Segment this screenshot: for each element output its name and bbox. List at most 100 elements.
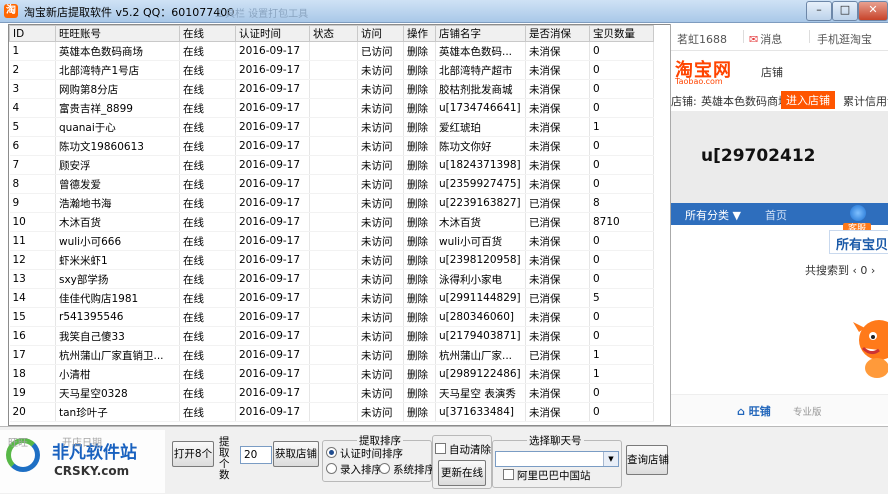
store-grid[interactable]: ID 旺旺账号 在线 认证时间 状态 访问 操作 店铺名字 是否消保 宝贝数量 1 英雄本色数码商场… — [8, 24, 671, 426]
delete-action[interactable]: 删除 — [403, 364, 436, 384]
delete-action[interactable]: 删除 — [403, 288, 436, 308]
delete-action[interactable]: 删除 — [403, 383, 436, 403]
table-row[interactable]: 6 陈功文19860613 在线 2016-09-17 未访问 删除 陈功文你好 未消保 0 — [9, 136, 654, 156]
delete-action[interactable]: 删除 — [403, 98, 436, 118]
column-header[interactable]: 是否消保 — [525, 25, 590, 42]
table-cell: 0 — [589, 402, 654, 422]
close-button[interactable]: ✕ — [858, 1, 888, 21]
delete-action[interactable]: 删除 — [403, 41, 436, 61]
column-header[interactable]: ID — [9, 25, 56, 42]
column-header[interactable]: 在线 — [179, 25, 236, 42]
user-link[interactable]: 茗虹1688 — [677, 31, 727, 47]
fetch-stores-button[interactable]: 获取店铺 — [273, 441, 319, 467]
alibaba-checkbox[interactable]: 阿里巴巴中国站 — [503, 468, 591, 483]
table-row[interactable]: 14 佳佳代购店1981 在线 2016-09-17 未访问 删除 u[2991144829… — [9, 288, 654, 308]
table-cell: 未访问 — [357, 174, 404, 194]
column-header[interactable]: 操作 — [403, 25, 436, 42]
table-row[interactable]: 20 tan珍叶子 在线 2016-09-17 未访问 删除 u[371633484] 未消保… — [9, 402, 654, 422]
delete-action[interactable]: 删除 — [403, 307, 436, 327]
wangpu-brand: ⌂ 旺铺 — [737, 403, 771, 419]
delete-action[interactable]: 删除 — [403, 231, 436, 251]
store-name[interactable]: 英雄本色数码商城 — [701, 93, 789, 109]
pro-edition-label: 专业版 — [793, 407, 822, 418]
column-header[interactable]: 访问 — [357, 25, 404, 42]
table-cell: 未消保 — [525, 79, 590, 99]
table-row[interactable]: 8 曾德发爱 在线 2016-09-17 未访问 删除 u[2359927475] 未消保 0 — [9, 174, 654, 194]
table-cell — [309, 250, 358, 270]
table-row[interactable]: 11 wuli小可666 在线 2016-09-17 未访问 删除 wuli小可百货 未消保 0 — [9, 231, 654, 251]
delete-action[interactable]: 删除 — [403, 60, 436, 80]
table-row[interactable]: 7 顾安浮 在线 2016-09-17 未访问 删除 u[1824371398] 未消保 0 — [9, 155, 654, 175]
table-cell: 2016-09-17 — [235, 231, 310, 251]
table-row[interactable]: 17 杭州蒲山厂家直销卫... 在线 2016-09-17 未访问 删除 杭州蒲山厂家...… — [9, 345, 654, 365]
mobile-link[interactable]: 手机逛淘宝 — [817, 31, 872, 47]
column-header[interactable]: 店铺名字 — [435, 25, 526, 42]
minimize-button[interactable]: – — [806, 1, 832, 21]
delete-action[interactable]: 删除 — [403, 117, 436, 137]
maximize-button[interactable]: □ — [832, 1, 858, 21]
divider — [743, 30, 744, 43]
delete-action[interactable]: 删除 — [403, 345, 436, 365]
table-row[interactable]: 13 sxy部学扬 在线 2016-09-17 未访问 删除 泳得利小家电 未消保 0 — [9, 269, 654, 289]
taobao-logo[interactable]: 淘宝网 Taobao.com — [675, 58, 745, 86]
divider — [809, 30, 810, 43]
column-header[interactable]: 认证时间 — [235, 25, 310, 42]
table-cell: u[2179403871] — [435, 326, 526, 346]
delete-action[interactable]: 删除 — [403, 326, 436, 346]
delete-action[interactable]: 删除 — [403, 174, 436, 194]
delete-action[interactable]: 删除 — [403, 193, 436, 213]
table-cell: 英雄本色数码商场 — [55, 41, 180, 61]
table-cell: 未访问 — [357, 326, 404, 346]
table-row[interactable]: 2 北部湾特产1号店 在线 2016-09-17 未访问 删除 北部湾特产超市 未消保 0 — [9, 60, 654, 80]
sort-option-system[interactable]: 系统排序 — [379, 462, 435, 477]
column-header[interactable]: 旺旺账号 — [55, 25, 180, 42]
table-row[interactable]: 19 天马星空0328 在线 2016-09-17 未访问 删除 天马星空 表演秀 未消保 0 — [9, 383, 654, 403]
table-row[interactable]: 10 木沐百货 在线 2016-09-17 未访问 删除 木沐百货 已消保 8710 — [9, 212, 654, 232]
chat-account-select[interactable]: ▼ — [495, 451, 619, 467]
query-stores-button[interactable]: 查询店铺 — [626, 445, 669, 475]
table-row[interactable]: 18 小清柑 在线 2016-09-17 未访问 删除 u[2989122486] 未消保 1 — [9, 364, 654, 384]
delete-action[interactable]: 删除 — [403, 402, 436, 422]
delete-action[interactable]: 删除 — [403, 250, 436, 270]
nav-home[interactable]: 首页 — [765, 207, 787, 223]
table-cell — [309, 326, 358, 346]
table-cell — [309, 79, 358, 99]
column-header[interactable]: 宝贝数量 — [589, 25, 654, 42]
table-row[interactable]: 12 虾米米虾1 在线 2016-09-17 未访问 删除 u[2398120958] 未消保… — [9, 250, 654, 270]
table-cell: 胶枯剂批发商城 — [435, 79, 526, 99]
table-row[interactable]: 15 r541395546 在线 2016-09-17 未访问 删除 u[280346060… — [9, 307, 654, 327]
table-row[interactable]: 5 quanai于心 在线 2016-09-17 未访问 删除 爱红琥珀 未消保 1 — [9, 117, 654, 137]
table-cell: 天马星空 表演秀 — [435, 383, 526, 403]
table-cell: 杭州蒲山厂家直销卫... — [55, 345, 180, 365]
table-row[interactable]: 9 浩瀚地书海 在线 2016-09-17 未访问 删除 u[2239163827] 已消保 8 — [9, 193, 654, 213]
table-cell: 已消保 — [525, 193, 590, 213]
delete-action[interactable]: 删除 — [403, 212, 436, 232]
delete-action[interactable]: 删除 — [403, 155, 436, 175]
sort-option-cert-time[interactable]: 认证时间排序 — [326, 446, 403, 461]
ghost-label-right: 开店日期 — [62, 438, 102, 449]
chat-group-title: 选择聊天号 — [527, 433, 584, 448]
delete-action[interactable]: 删除 — [403, 79, 436, 99]
column-header[interactable]: 状态 — [309, 25, 358, 42]
table-row[interactable]: 16 我笑自己傻33 在线 2016-09-17 未访问 删除 u[2179403871] 未… — [9, 326, 654, 346]
table-cell: 在线 — [179, 98, 236, 118]
sort-option-entry[interactable]: 录入排序 — [326, 462, 382, 477]
refresh-online-button[interactable]: 更新在线 — [438, 460, 486, 486]
bottom-brand-bar: ⌂ 旺铺 专业版 — [671, 394, 888, 424]
auto-clear-checkbox[interactable]: 自动清除 — [435, 442, 491, 457]
open-button[interactable]: 打开8个 — [172, 441, 214, 467]
table-row[interactable]: 4 富贵吉祥_8899 在线 2016-09-17 未访问 删除 u[1734746641]… — [9, 98, 654, 118]
shop-preview-panel[interactable]: 茗虹1688 ✉ 消息 手机逛淘宝 淘宝网 Taobao.com 店铺 店铺: 英… — [670, 24, 888, 424]
delete-action[interactable]: 删除 — [403, 269, 436, 289]
enter-store-button[interactable]: 进入店铺 — [781, 91, 835, 109]
table-cell: 0 — [589, 41, 654, 61]
table-cell: 小清柑 — [55, 364, 180, 384]
table-cell: 顾安浮 — [55, 155, 180, 175]
messages-link[interactable]: ✉ 消息 — [749, 31, 782, 47]
table-cell: 杭州蒲山厂家... — [435, 345, 526, 365]
table-row[interactable]: 1 英雄本色数码商场 在线 2016-09-17 已访问 删除 英雄本色数码... 未消保 0 — [9, 41, 654, 61]
delete-action[interactable]: 删除 — [403, 136, 436, 156]
nav-all-categories[interactable]: 所有分类 ▼ — [685, 207, 741, 223]
fetch-count-input[interactable]: 20 — [240, 446, 272, 464]
table-row[interactable]: 3 网购第8分店 在线 2016-09-17 未访问 删除 胶枯剂批发商城 未消保 0 — [9, 79, 654, 99]
